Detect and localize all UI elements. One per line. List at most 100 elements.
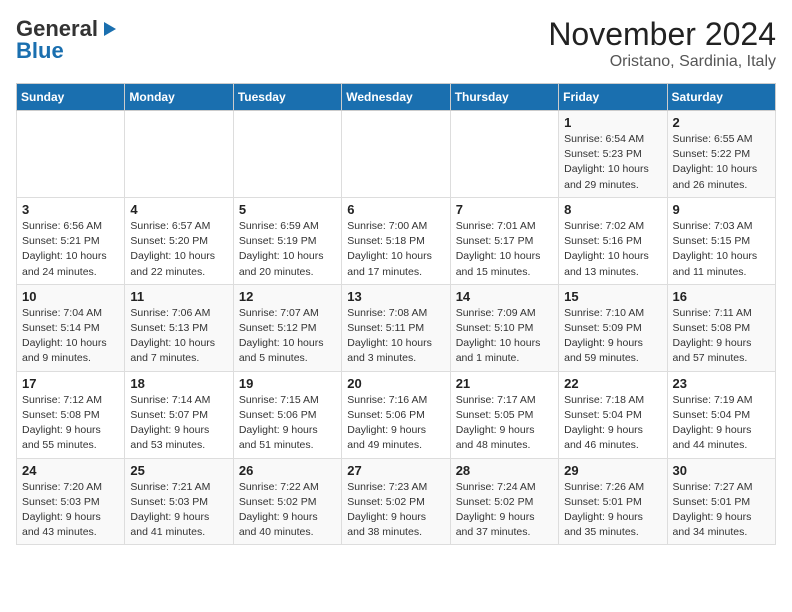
page-header: General Blue November 2024 Oristano, Sar… [16, 16, 776, 71]
day-number: 29 [564, 463, 661, 478]
calendar-cell: 7Sunrise: 7:01 AM Sunset: 5:17 PM Daylig… [450, 197, 558, 284]
calendar-week-3: 10Sunrise: 7:04 AM Sunset: 5:14 PM Dayli… [17, 284, 776, 371]
day-number: 19 [239, 376, 336, 391]
location: Oristano, Sardinia, Italy [548, 53, 776, 71]
day-number: 9 [673, 202, 770, 217]
day-info: Sunrise: 6:55 AM Sunset: 5:22 PM Dayligh… [673, 132, 770, 193]
logo: General Blue [16, 16, 118, 64]
calendar-cell: 10Sunrise: 7:04 AM Sunset: 5:14 PM Dayli… [17, 284, 125, 371]
calendar-cell: 16Sunrise: 7:11 AM Sunset: 5:08 PM Dayli… [667, 284, 775, 371]
calendar-cell: 18 Sunrise: 7:14 AM Sunset: 5:07 PM Dayli… [125, 371, 233, 458]
day-number: 1 [564, 115, 661, 130]
day-number: 20 [347, 376, 444, 391]
day-info: Sunrise: 7:14 AM Sunset: 5:07 PM Dayligh… [130, 393, 227, 454]
day-number: 24 [22, 463, 119, 478]
day-number: 2 [673, 115, 770, 130]
calendar-week-5: 24Sunrise: 7:20 AM Sunset: 5:03 PM Dayli… [17, 458, 776, 545]
day-number: 28 [456, 463, 553, 478]
day-info: Sunrise: 7:26 AM Sunset: 5:01 PM Dayligh… [564, 480, 661, 541]
day-number: 12 [239, 289, 336, 304]
calendar-cell: 6 Sunrise: 7:00 AM Sunset: 5:18 PM Daylig… [342, 197, 450, 284]
calendar-cell: 26 Sunrise: 7:22 AM Sunset: 5:02 PM Dayli… [233, 458, 341, 545]
weekday-wednesday: Wednesday [342, 84, 450, 111]
day-number: 11 [130, 289, 227, 304]
weekday-header-row: SundayMondayTuesdayWednesdayThursdayFrid… [17, 84, 776, 111]
day-number: 21 [456, 376, 553, 391]
day-info: Sunrise: 7:15 AM Sunset: 5:06 PM Dayligh… [239, 393, 336, 454]
calendar-cell [342, 111, 450, 198]
calendar-cell: 17 Sunrise: 7:12 AM Sunset: 5:08 PM Dayli… [17, 371, 125, 458]
title-block: November 2024 Oristano, Sardinia, Italy [548, 16, 776, 71]
month-title: November 2024 [548, 16, 776, 53]
calendar-cell: 4 Sunrise: 6:57 AM Sunset: 5:20 PM Daylig… [125, 197, 233, 284]
calendar-cell: 21 Sunrise: 7:17 AM Sunset: 5:05 PM Dayli… [450, 371, 558, 458]
day-info: Sunrise: 7:24 AM Sunset: 5:02 PM Dayligh… [456, 480, 553, 541]
calendar-cell: 15 Sunrise: 7:10 AM Sunset: 5:09 PM Dayli… [559, 284, 667, 371]
day-number: 15 [564, 289, 661, 304]
calendar-cell [125, 111, 233, 198]
calendar-cell: 11 Sunrise: 7:06 AM Sunset: 5:13 PM Dayli… [125, 284, 233, 371]
day-info: Sunrise: 7:03 AM Sunset: 5:15 PM Dayligh… [673, 219, 770, 280]
day-info: Sunrise: 7:09 AM Sunset: 5:10 PM Dayligh… [456, 306, 553, 367]
weekday-monday: Monday [125, 84, 233, 111]
calendar-cell: 19 Sunrise: 7:15 AM Sunset: 5:06 PM Dayli… [233, 371, 341, 458]
calendar-cell: 2 Sunrise: 6:55 AM Sunset: 5:22 PM Daylig… [667, 111, 775, 198]
day-number: 6 [347, 202, 444, 217]
day-info: Sunrise: 7:22 AM Sunset: 5:02 PM Dayligh… [239, 480, 336, 541]
weekday-tuesday: Tuesday [233, 84, 341, 111]
calendar-cell: 29 Sunrise: 7:26 AM Sunset: 5:01 PM Dayli… [559, 458, 667, 545]
day-info: Sunrise: 7:17 AM Sunset: 5:05 PM Dayligh… [456, 393, 553, 454]
calendar-cell: 9 Sunrise: 7:03 AM Sunset: 5:15 PM Daylig… [667, 197, 775, 284]
calendar-cell: 22Sunrise: 7:18 AM Sunset: 5:04 PM Dayli… [559, 371, 667, 458]
day-info: Sunrise: 7:10 AM Sunset: 5:09 PM Dayligh… [564, 306, 661, 367]
calendar-cell: 12 Sunrise: 7:07 AM Sunset: 5:12 PM Dayli… [233, 284, 341, 371]
weekday-sunday: Sunday [17, 84, 125, 111]
weekday-saturday: Saturday [667, 84, 775, 111]
day-info: Sunrise: 6:57 AM Sunset: 5:20 PM Dayligh… [130, 219, 227, 280]
day-number: 26 [239, 463, 336, 478]
day-info: Sunrise: 7:23 AM Sunset: 5:02 PM Dayligh… [347, 480, 444, 541]
calendar-week-4: 17 Sunrise: 7:12 AM Sunset: 5:08 PM Dayli… [17, 371, 776, 458]
day-number: 18 [130, 376, 227, 391]
calendar-cell: 27 Sunrise: 7:23 AM Sunset: 5:02 PM Dayli… [342, 458, 450, 545]
day-info: Sunrise: 7:18 AM Sunset: 5:04 PM Dayligh… [564, 393, 661, 454]
day-number: 13 [347, 289, 444, 304]
day-info: Sunrise: 6:59 AM Sunset: 5:19 PM Dayligh… [239, 219, 336, 280]
day-info: Sunrise: 6:54 AM Sunset: 5:23 PM Dayligh… [564, 132, 661, 193]
day-info: Sunrise: 7:16 AM Sunset: 5:06 PM Dayligh… [347, 393, 444, 454]
day-number: 27 [347, 463, 444, 478]
day-info: Sunrise: 6:56 AM Sunset: 5:21 PM Dayligh… [22, 219, 119, 280]
calendar-cell: 24Sunrise: 7:20 AM Sunset: 5:03 PM Dayli… [17, 458, 125, 545]
calendar-cell: 5 Sunrise: 6:59 AM Sunset: 5:19 PM Daylig… [233, 197, 341, 284]
calendar-cell: 20 Sunrise: 7:16 AM Sunset: 5:06 PM Dayli… [342, 371, 450, 458]
day-info: Sunrise: 7:06 AM Sunset: 5:13 PM Dayligh… [130, 306, 227, 367]
weekday-thursday: Thursday [450, 84, 558, 111]
day-number: 10 [22, 289, 119, 304]
day-info: Sunrise: 7:00 AM Sunset: 5:18 PM Dayligh… [347, 219, 444, 280]
day-number: 14 [456, 289, 553, 304]
calendar-cell [17, 111, 125, 198]
calendar-week-1: 1 Sunrise: 6:54 AM Sunset: 5:23 PM Daylig… [17, 111, 776, 198]
day-number: 4 [130, 202, 227, 217]
day-info: Sunrise: 7:19 AM Sunset: 5:04 PM Dayligh… [673, 393, 770, 454]
day-number: 5 [239, 202, 336, 217]
day-number: 17 [22, 376, 119, 391]
day-info: Sunrise: 7:27 AM Sunset: 5:01 PM Dayligh… [673, 480, 770, 541]
calendar-week-2: 3Sunrise: 6:56 AM Sunset: 5:21 PM Daylig… [17, 197, 776, 284]
day-info: Sunrise: 7:21 AM Sunset: 5:03 PM Dayligh… [130, 480, 227, 541]
day-info: Sunrise: 7:12 AM Sunset: 5:08 PM Dayligh… [22, 393, 119, 454]
calendar-cell: 3Sunrise: 6:56 AM Sunset: 5:21 PM Daylig… [17, 197, 125, 284]
calendar-cell [450, 111, 558, 198]
logo-blue: Blue [16, 38, 64, 64]
day-number: 8 [564, 202, 661, 217]
day-number: 25 [130, 463, 227, 478]
day-number: 7 [456, 202, 553, 217]
day-info: Sunrise: 7:02 AM Sunset: 5:16 PM Dayligh… [564, 219, 661, 280]
calendar-cell: 14 Sunrise: 7:09 AM Sunset: 5:10 PM Dayli… [450, 284, 558, 371]
logo-icon [100, 20, 118, 38]
day-number: 30 [673, 463, 770, 478]
day-info: Sunrise: 7:07 AM Sunset: 5:12 PM Dayligh… [239, 306, 336, 367]
calendar-cell: 13Sunrise: 7:08 AM Sunset: 5:11 PM Dayli… [342, 284, 450, 371]
day-number: 16 [673, 289, 770, 304]
calendar-cell: 8 Sunrise: 7:02 AM Sunset: 5:16 PM Daylig… [559, 197, 667, 284]
